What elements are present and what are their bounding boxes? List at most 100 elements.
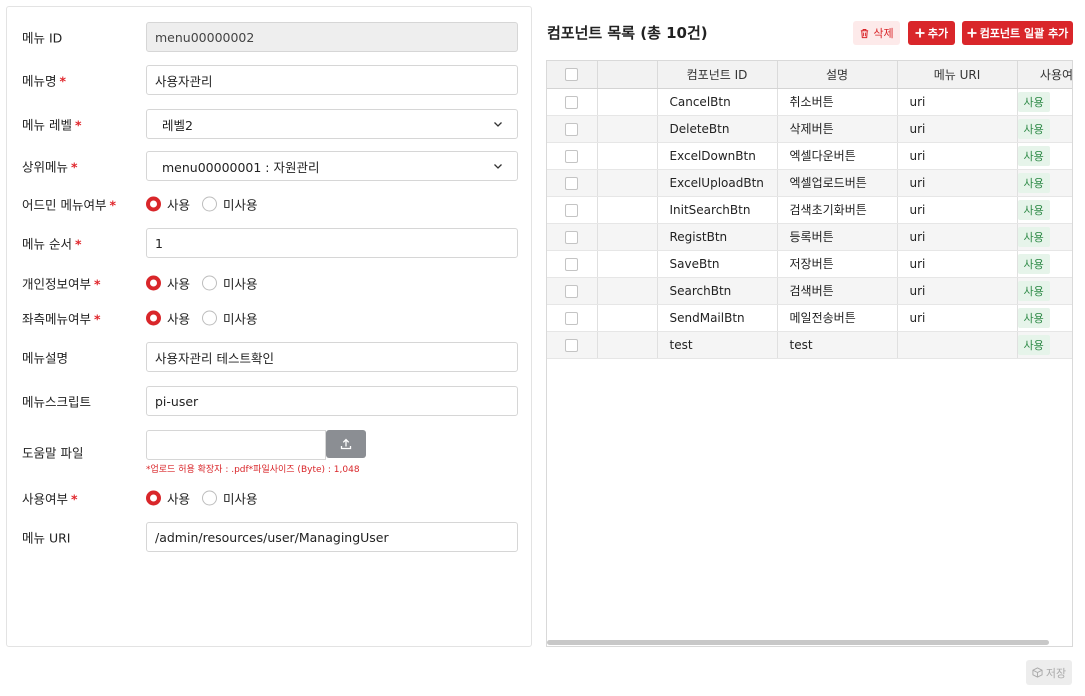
cell-menu-uri: uri (897, 277, 1018, 305)
row-checkbox-cell[interactable] (547, 142, 598, 170)
row-parent-menu: 상위메뉴 * menu00000001 : 자원관리 (7, 151, 531, 181)
plus-icon (915, 28, 925, 38)
use-yn-radio-use[interactable]: 사용 (146, 489, 190, 508)
cell-description: 엑셀업로드버튼 (777, 169, 898, 197)
row-checkbox-cell[interactable] (547, 88, 598, 116)
row-checkbox-cell[interactable] (547, 331, 598, 359)
row-checkbox-cell[interactable] (547, 223, 598, 251)
row-checkbox[interactable] (565, 257, 579, 271)
menu-desc-value: 사용자관리 테스트확인 (155, 350, 274, 366)
header-component-id[interactable]: 컴포넌트 ID (657, 61, 778, 89)
select-all-checkbox[interactable] (565, 68, 579, 82)
menu-uri-input[interactable]: /admin/resources/user/ManagingUser (146, 522, 518, 552)
row-checkbox-cell[interactable] (547, 115, 598, 143)
menu-uri-value: /admin/resources/user/ManagingUser (155, 529, 389, 545)
table-row[interactable]: ExcelDownBtn 엑셀다운버튼 uri 사용 (547, 142, 1072, 170)
row-menu-desc: 메뉴설명 사용자관리 테스트확인 (7, 342, 531, 372)
save-button[interactable]: 저장 (1026, 660, 1072, 685)
row-checkbox[interactable] (565, 203, 579, 217)
cell-menu-uri: uri (897, 88, 1018, 116)
cell-component-id: RegistBtn (657, 223, 778, 251)
cell-use-yn: 사용 (1017, 223, 1072, 251)
row-checkbox-cell[interactable] (547, 169, 598, 197)
row-checkbox-cell[interactable] (547, 304, 598, 332)
cell-description: 취소버튼 (777, 88, 898, 116)
cell-description: 메일전송버튼 (777, 304, 898, 332)
use-yn-radio-group: 사용 미사용 (146, 489, 264, 508)
cell-use-yn: 사용 (1017, 142, 1072, 170)
table-row[interactable]: SearchBtn 검색버튼 uri 사용 (547, 277, 1072, 305)
label-menu-uri: 메뉴 URI (22, 530, 71, 546)
row-checkbox[interactable] (565, 122, 579, 136)
delete-button[interactable]: 삭제 (853, 21, 900, 45)
header-menu-uri[interactable]: 메뉴 URI (897, 61, 1018, 89)
menu-script-input[interactable]: pi-user (146, 386, 518, 416)
cell-description: 삭제버튼 (777, 115, 898, 143)
label-menu-level: 메뉴 레벨 * (22, 117, 82, 133)
cell-description: 저장버튼 (777, 250, 898, 278)
component-list-title: 컴포넌트 목록 (총 10건) (547, 24, 708, 42)
horizontal-scrollbar[interactable] (547, 640, 1049, 645)
menu-level-select[interactable]: 레벨2 (146, 109, 518, 139)
upload-button[interactable] (326, 430, 366, 458)
chevron-down-icon (494, 164, 502, 169)
table-row[interactable]: RegistBtn 등록버튼 uri 사용 (547, 223, 1072, 251)
cell-use-yn: 사용 (1017, 115, 1072, 143)
grid-header-row: 컴포넌트 ID 설명 메뉴 URI 사용여부 (547, 61, 1072, 89)
cell-menu-uri: uri (897, 115, 1018, 143)
header-select-all[interactable] (547, 61, 598, 89)
bulk-add-button[interactable]: 컴포넌트 일괄 추가 (962, 21, 1073, 45)
menu-name-value: 사용자관리 (155, 73, 213, 89)
use-yn-radio-unuse[interactable]: 미사용 (202, 489, 258, 508)
cell-component-id: CancelBtn (657, 88, 778, 116)
row-blank-cell (597, 196, 658, 224)
row-checkbox[interactable] (565, 176, 579, 190)
row-checkbox-cell[interactable] (547, 196, 598, 224)
personal-info-radio-use[interactable]: 사용 (146, 274, 190, 293)
status-badge: 사용 (1017, 91, 1050, 112)
row-checkbox[interactable] (565, 95, 579, 109)
cell-menu-uri: uri (897, 169, 1018, 197)
table-row[interactable]: CancelBtn 취소버튼 uri 사용 (547, 88, 1072, 116)
status-badge: 사용 (1017, 307, 1050, 328)
row-checkbox-cell[interactable] (547, 250, 598, 278)
cell-menu-uri: uri (897, 223, 1018, 251)
row-checkbox[interactable] (565, 230, 579, 244)
admin-menu-radio-use[interactable]: 사용 (146, 195, 190, 214)
help-file-input[interactable] (146, 430, 326, 460)
status-badge: 사용 (1017, 334, 1050, 355)
upload-icon (340, 438, 352, 450)
menu-desc-input[interactable]: 사용자관리 테스트확인 (146, 342, 518, 372)
save-button-label: 저장 (1045, 666, 1067, 680)
personal-info-radio-unuse[interactable]: 미사용 (202, 274, 258, 293)
table-row[interactable]: ExcelUploadBtn 엑셀업로드버튼 uri 사용 (547, 169, 1072, 197)
left-menu-radio-unuse[interactable]: 미사용 (202, 309, 258, 328)
table-row[interactable]: SendMailBtn 메일전송버튼 uri 사용 (547, 304, 1072, 332)
table-row[interactable]: test test 사용 (547, 331, 1072, 359)
menu-id-value: menu00000002 (155, 29, 255, 45)
cell-description: 엑셀다운버튼 (777, 142, 898, 170)
admin-menu-radio-unuse[interactable]: 미사용 (202, 195, 258, 214)
row-checkbox[interactable] (565, 149, 579, 163)
row-blank-cell (597, 88, 658, 116)
header-description[interactable]: 설명 (777, 61, 898, 89)
table-row[interactable]: InitSearchBtn 검색초기화버튼 uri 사용 (547, 196, 1072, 224)
row-menu-id: 메뉴 ID menu00000002 (7, 22, 531, 52)
left-menu-radio-use[interactable]: 사용 (146, 309, 190, 328)
row-checkbox[interactable] (565, 338, 579, 352)
parent-menu-select[interactable]: menu00000001 : 자원관리 (146, 151, 518, 181)
add-button[interactable]: 추가 (908, 21, 955, 45)
header-use-yn[interactable]: 사용여부 (1017, 61, 1072, 89)
cell-description: test (777, 331, 898, 359)
menu-order-input[interactable]: 1 (146, 228, 518, 258)
header-blank (597, 61, 658, 89)
row-checkbox[interactable] (565, 284, 579, 298)
cell-component-id: InitSearchBtn (657, 196, 778, 224)
status-badge: 사용 (1017, 199, 1050, 220)
row-checkbox[interactable] (565, 311, 579, 325)
menu-name-input[interactable]: 사용자관리 (146, 65, 518, 95)
table-row[interactable]: DeleteBtn 삭제버튼 uri 사용 (547, 115, 1072, 143)
label-menu-name: 메뉴명 * (22, 73, 67, 89)
row-checkbox-cell[interactable] (547, 277, 598, 305)
table-row[interactable]: SaveBtn 저장버튼 uri 사용 (547, 250, 1072, 278)
